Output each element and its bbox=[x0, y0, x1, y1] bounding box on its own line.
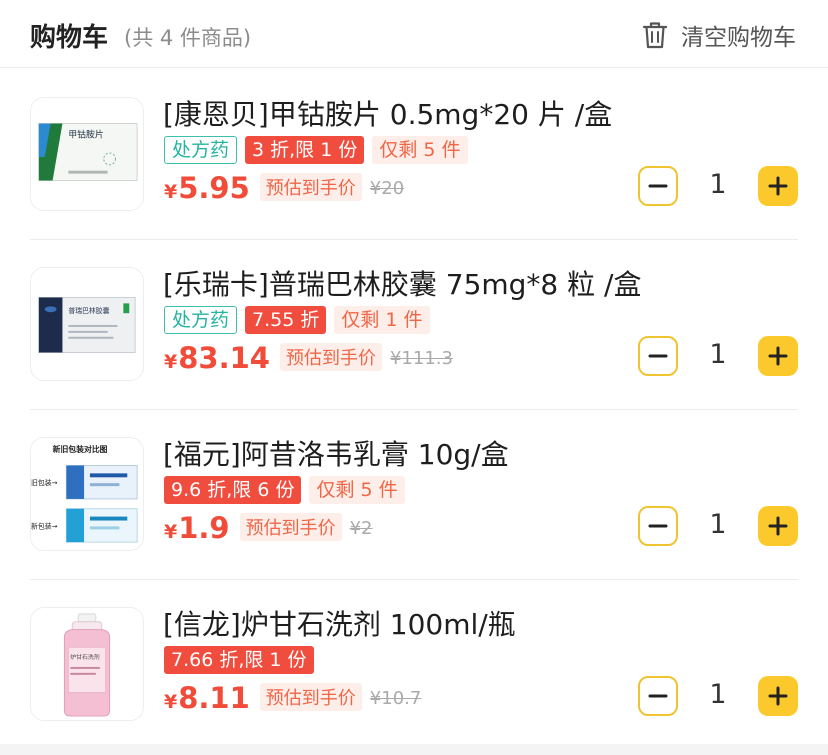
price-row: ¥8.11 预估到手价 ¥10.7 bbox=[164, 681, 421, 715]
bottle-label: 炉甘石洗剂 bbox=[70, 653, 100, 661]
discount-tag: 7.55 折 bbox=[245, 306, 327, 334]
currency-symbol: ¥ bbox=[164, 351, 178, 373]
cart-header: 购物车 (共 4 件商品) 清空购物车 bbox=[0, 0, 828, 68]
original-price: ¥20 bbox=[369, 178, 405, 199]
cart-item: 新旧包装对比图 旧包装→ 新包装→ [福元]阿昔洛韦乳膏 10g/盒 9.6 折… bbox=[0, 410, 828, 580]
rx-tag: 处方药 bbox=[164, 136, 238, 164]
price: ¥1.9 bbox=[164, 511, 230, 545]
lotion-bottle-image: 炉甘石洗剂 bbox=[31, 608, 143, 720]
stock-tag: 仅剩 5 件 bbox=[309, 476, 405, 504]
box-text: 甲钴胺片 bbox=[68, 128, 103, 140]
decrease-button[interactable] bbox=[638, 506, 678, 546]
price-value: 8.11 bbox=[178, 681, 250, 715]
minus-icon bbox=[648, 354, 668, 358]
price-value: 83.14 bbox=[178, 341, 270, 375]
price: ¥8.11 bbox=[164, 681, 250, 715]
quantity-value: 1 bbox=[709, 339, 727, 370]
decrease-button[interactable] bbox=[638, 166, 678, 206]
quantity-stepper: 1 bbox=[638, 506, 798, 546]
estimate-label: 预估到手价 bbox=[239, 513, 342, 541]
minus-icon bbox=[648, 694, 668, 698]
estimate-label: 预估到手价 bbox=[279, 343, 382, 371]
price-row: ¥5.95 预估到手价 ¥20 bbox=[164, 171, 404, 205]
increase-button[interactable] bbox=[758, 676, 798, 716]
clear-cart-label: 清空购物车 bbox=[681, 25, 796, 51]
plus-icon bbox=[768, 516, 788, 536]
currency-symbol: ¥ bbox=[164, 691, 178, 713]
quantity-stepper: 1 bbox=[638, 336, 798, 376]
image-caption: 新旧包装对比图 bbox=[53, 444, 108, 454]
decrease-button[interactable] bbox=[638, 676, 678, 716]
plus-icon bbox=[768, 176, 788, 196]
decrease-button[interactable] bbox=[638, 336, 678, 376]
original-price: ¥10.7 bbox=[369, 688, 422, 709]
quantity-stepper: 1 bbox=[638, 676, 798, 716]
tag-row: 7.66 折,限 1 份 bbox=[164, 646, 322, 674]
item-count: (共 4 件商品) bbox=[124, 26, 252, 50]
minus-icon bbox=[648, 524, 668, 528]
stock-tag: 仅剩 1 件 bbox=[334, 306, 430, 334]
ointment-box-image: 新旧包装对比图 旧包装→ 新包装→ bbox=[31, 438, 143, 550]
increase-button[interactable] bbox=[758, 336, 798, 376]
discount-tag: 9.6 折,限 6 份 bbox=[164, 476, 302, 504]
quantity-value: 1 bbox=[709, 169, 727, 200]
trash-icon bbox=[642, 22, 668, 49]
rx-tag: 处方药 bbox=[164, 306, 238, 334]
estimate-label: 预估到手价 bbox=[259, 683, 362, 711]
price-value: 5.95 bbox=[178, 171, 250, 205]
currency-symbol: ¥ bbox=[164, 521, 178, 543]
minus-icon bbox=[648, 184, 668, 188]
product-name[interactable]: [福元]阿昔洛韦乳膏 10g/盒 bbox=[163, 433, 509, 473]
stock-tag: 仅剩 5 件 bbox=[372, 136, 468, 164]
quantity-value: 1 bbox=[709, 679, 727, 710]
price-value: 1.9 bbox=[178, 511, 230, 545]
discount-tag: 3 折,限 1 份 bbox=[245, 136, 365, 164]
plus-icon bbox=[768, 346, 788, 366]
original-price: ¥111.3 bbox=[389, 348, 453, 369]
medicine-box-image: 普瑞巴林胶囊 bbox=[31, 268, 143, 380]
product-name[interactable]: [康恩贝]甲钴胺片 0.5mg*20 片 /盒 bbox=[163, 93, 612, 133]
tag-row: 9.6 折,限 6 份 仅剩 5 件 bbox=[164, 476, 413, 504]
price-row: ¥1.9 预估到手价 ¥2 bbox=[164, 511, 373, 545]
currency-symbol: ¥ bbox=[164, 181, 178, 203]
tag-row: 处方药 7.55 折 仅剩 1 件 bbox=[164, 306, 438, 334]
tag-row: 处方药 3 折,限 1 份 仅剩 5 件 bbox=[164, 136, 476, 164]
quantity-stepper: 1 bbox=[638, 166, 798, 206]
product-image[interactable]: 炉甘石洗剂 bbox=[30, 607, 144, 721]
estimate-label: 预估到手价 bbox=[259, 173, 362, 201]
original-price: ¥2 bbox=[349, 518, 373, 539]
plus-icon bbox=[768, 686, 788, 706]
bottom-bar bbox=[0, 744, 828, 755]
price: ¥5.95 bbox=[164, 171, 250, 205]
product-image[interactable]: 甲钴胺片 bbox=[30, 97, 144, 211]
old-pack-label: 旧包装→ bbox=[31, 478, 58, 487]
clear-cart-button[interactable]: 清空购物车 bbox=[641, 18, 796, 52]
product-image[interactable]: 新旧包装对比图 旧包装→ 新包装→ bbox=[30, 437, 144, 551]
cart-item: 甲钴胺片 [康恩贝]甲钴胺片 0.5mg*20 片 /盒 处方药 3 折,限 1… bbox=[0, 70, 828, 240]
increase-button[interactable] bbox=[758, 506, 798, 546]
product-name[interactable]: [信龙]炉甘石洗剂 100ml/瓶 bbox=[163, 603, 516, 643]
medicine-box-image: 甲钴胺片 bbox=[31, 98, 143, 210]
quantity-value: 1 bbox=[709, 509, 727, 540]
product-name[interactable]: [乐瑞卡]普瑞巴林胶囊 75mg*8 粒 /盒 bbox=[163, 263, 641, 303]
price: ¥83.14 bbox=[164, 341, 270, 375]
page-title: 购物车 bbox=[30, 23, 109, 53]
price-row: ¥83.14 预估到手价 ¥111.3 bbox=[164, 341, 453, 375]
box-text: 普瑞巴林胶囊 bbox=[68, 306, 109, 315]
discount-tag: 7.66 折,限 1 份 bbox=[164, 646, 314, 674]
increase-button[interactable] bbox=[758, 166, 798, 206]
new-pack-label: 新包装→ bbox=[31, 521, 58, 530]
cart-item: 普瑞巴林胶囊 [乐瑞卡]普瑞巴林胶囊 75mg*8 粒 /盒 处方药 7.55 … bbox=[0, 240, 828, 410]
cart-item: 炉甘石洗剂 [信龙]炉甘石洗剂 100ml/瓶 7.66 折,限 1 份 ¥8.… bbox=[0, 580, 828, 750]
product-image[interactable]: 普瑞巴林胶囊 bbox=[30, 267, 144, 381]
